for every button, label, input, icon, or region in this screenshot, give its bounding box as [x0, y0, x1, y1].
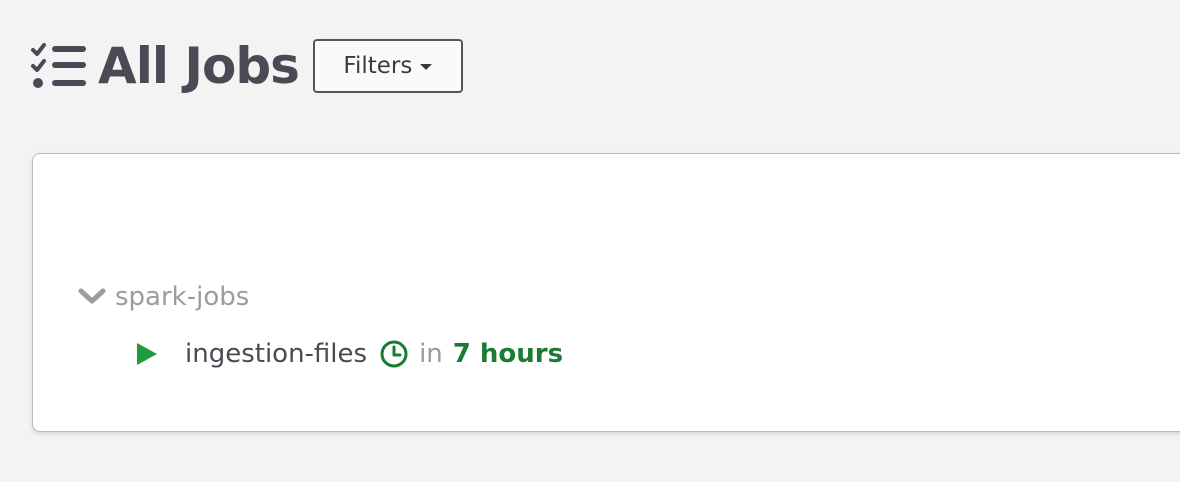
filters-button[interactable]: Filters: [312, 39, 463, 93]
filters-button-label: Filters: [343, 53, 413, 79]
caret-down-icon: [420, 64, 433, 70]
page-title: All Jobs: [98, 37, 300, 95]
group-name: spark-jobs: [115, 282, 250, 312]
chevron-down-icon[interactable]: [77, 286, 107, 308]
tasks-list-icon: [31, 43, 86, 88]
group-toggle-spark-jobs[interactable]: spark-jobs: [77, 280, 249, 314]
job-name-link[interactable]: ingestion-files: [185, 339, 367, 369]
next-run-time: 7 hours: [452, 339, 564, 369]
jobs-card: spark-jobs ingestion-files in 7 hours: [32, 153, 1180, 432]
job-row: ingestion-files in 7 hours: [135, 336, 563, 372]
clock-icon: [380, 340, 408, 368]
page-header: All Jobs Filters: [30, 36, 463, 96]
play-icon[interactable]: [135, 341, 159, 367]
next-run-prefix: in: [419, 339, 443, 369]
